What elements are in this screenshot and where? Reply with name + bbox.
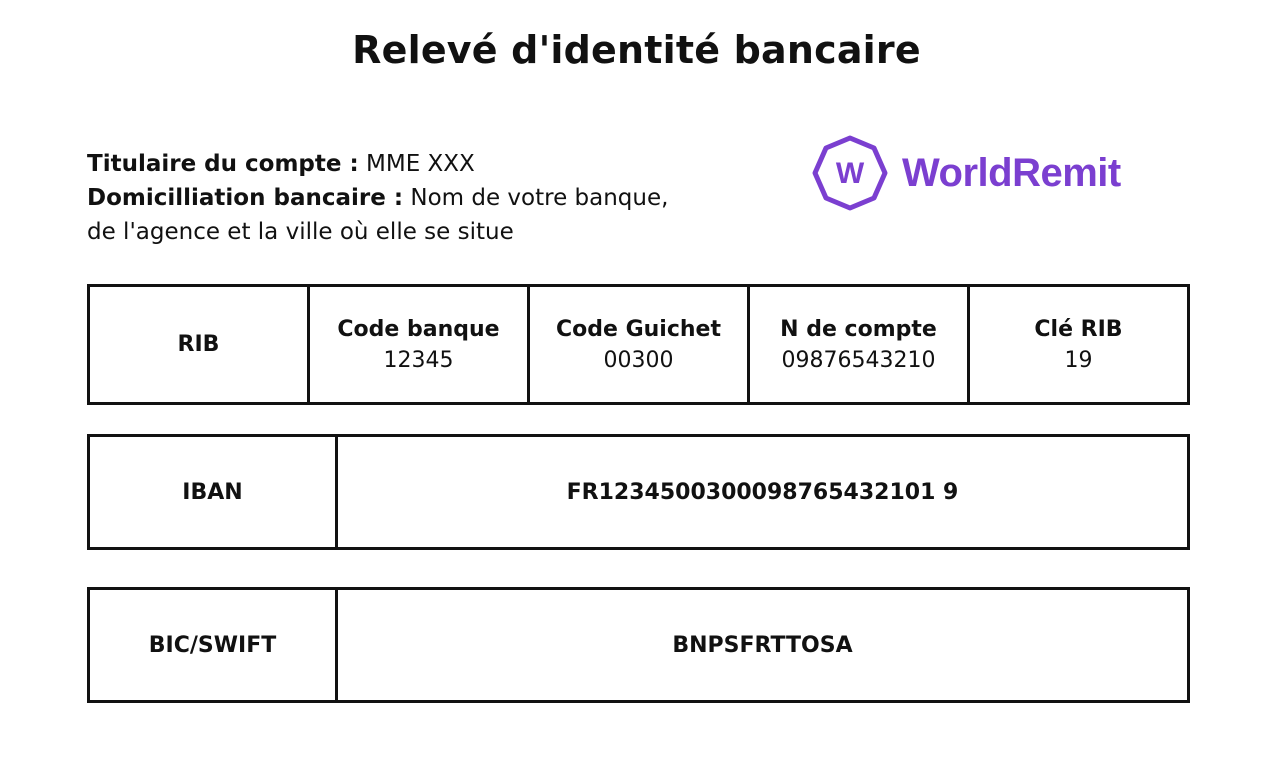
account-number-value: 09876543210 xyxy=(781,347,936,373)
iban-value: FR1234500300098765432101 9 xyxy=(566,479,959,505)
iban-value-cell: FR1234500300098765432101 9 xyxy=(335,434,1190,550)
account-holder-value: MME XXX xyxy=(366,151,475,177)
rib-key-header: Clé RIB xyxy=(1034,316,1123,342)
iban-row: IBAN FR1234500300098765432101 9 xyxy=(87,434,1190,550)
account-number-header: N de compte xyxy=(780,316,937,342)
account-holder-line: Titulaire du compte : MME XXX xyxy=(87,147,747,181)
branch-code-header: Code Guichet xyxy=(556,316,721,342)
rib-key-cell: Clé RIB 19 xyxy=(967,284,1190,405)
iban-label-cell: IBAN xyxy=(87,434,338,550)
rib-label: RIB xyxy=(177,332,220,357)
bank-domicile-line: Domicilliation bancaire : Nom de votre b… xyxy=(87,181,747,215)
branch-code-cell: Code Guichet 00300 xyxy=(527,284,750,405)
iban-label: IBAN xyxy=(182,479,243,505)
bic-label-cell: BIC/SWIFT xyxy=(87,587,338,703)
worldremit-logo: W WorldRemit xyxy=(812,134,1121,212)
account-number-cell: N de compte 09876543210 xyxy=(747,284,970,405)
bank-code-cell: Code banque 12345 xyxy=(307,284,530,405)
bic-table: BIC/SWIFT BNPSFRTTOSA xyxy=(87,587,1190,703)
bic-value: BNPSFRTTOSA xyxy=(672,632,853,658)
logo-mark-letter: W xyxy=(836,157,865,190)
bank-domicile-label: Domicilliation bancaire : xyxy=(87,185,404,211)
rib-key-value: 19 xyxy=(1064,347,1093,373)
bank-domicile-value-line2: de l'agence et la ville où elle se situe xyxy=(87,219,514,245)
iban-table: IBAN FR1234500300098765432101 9 xyxy=(87,434,1190,550)
page-title: Relevé d'identité bancaire xyxy=(352,28,921,72)
rib-row: RIB Code banque 12345 Code Guichet 00300… xyxy=(87,284,1190,405)
bic-label: BIC/SWIFT xyxy=(148,632,277,658)
bank-code-value: 12345 xyxy=(383,347,454,373)
bank-domicile-value-line1: Nom de votre banque, xyxy=(410,185,669,211)
account-holder-label: Titulaire du compte : xyxy=(87,151,359,177)
branch-code-value: 00300 xyxy=(603,347,674,373)
bank-code-header: Code banque xyxy=(337,316,500,342)
account-holder-block: Titulaire du compte : MME XXX Domicillia… xyxy=(87,147,747,249)
worldremit-logo-icon: W xyxy=(812,135,888,211)
logo-text: WorldRemit xyxy=(902,150,1121,195)
rib-label-cell: RIB xyxy=(87,284,310,405)
bic-value-cell: BNPSFRTTOSA xyxy=(335,587,1190,703)
rib-table: RIB Code banque 12345 Code Guichet 00300… xyxy=(87,284,1190,405)
bic-row: BIC/SWIFT BNPSFRTTOSA xyxy=(87,587,1190,703)
